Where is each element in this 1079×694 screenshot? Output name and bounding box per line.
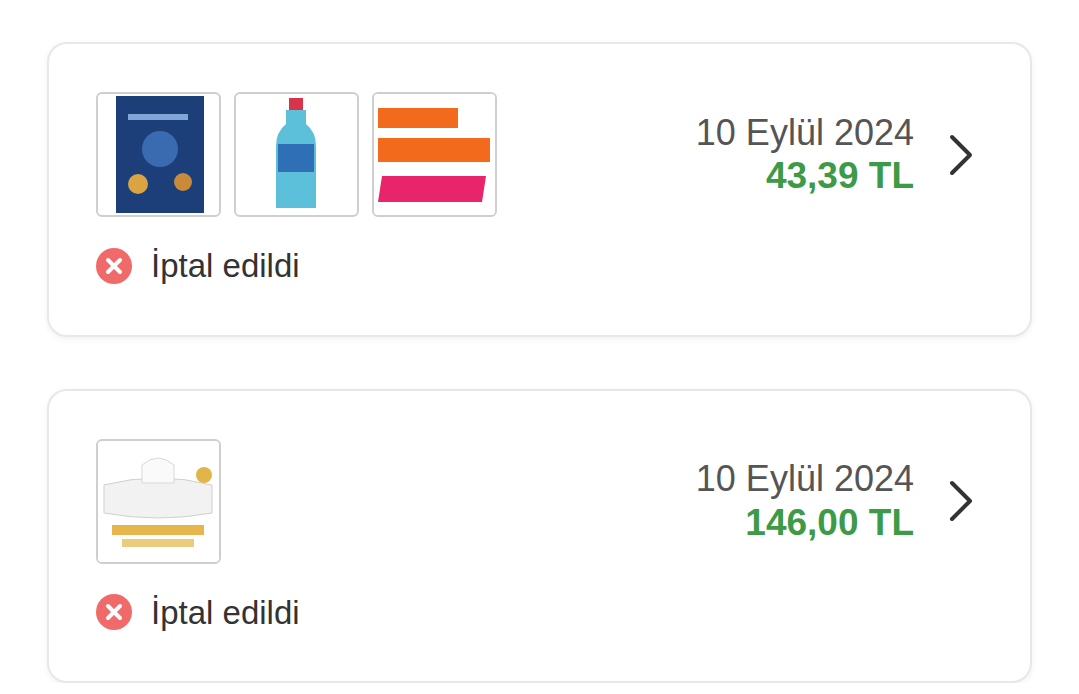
bottle-icon (236, 94, 357, 215)
order-card[interactable]: 10 Eylül 2024 43,39 TL İptal edildi (47, 42, 1032, 337)
book-cover-icon (98, 94, 219, 215)
order-list: 10 Eylül 2024 43,39 TL İptal edildi 10 E… (0, 0, 1079, 683)
product-thumbnail (96, 439, 221, 564)
order-price: 43,39 TL (766, 155, 914, 198)
order-card[interactable]: 10 Eylül 2024 146,00 TL İptal edildi (47, 389, 1032, 684)
order-price: 146,00 TL (745, 502, 914, 545)
order-status: İptal edildi (96, 246, 974, 286)
order-date: 10 Eylül 2024 (696, 112, 914, 153)
wipes-pack-icon (98, 441, 219, 562)
product-thumbnail (96, 92, 221, 217)
product-thumbnail (372, 92, 497, 217)
cancel-icon (96, 594, 132, 630)
order-date: 10 Eylül 2024 (696, 458, 914, 499)
chevron-right-icon[interactable] (948, 479, 974, 523)
order-status: İptal edildi (96, 593, 974, 633)
cancel-icon (96, 248, 132, 284)
promo-icon (374, 94, 495, 215)
chevron-right-icon[interactable] (948, 133, 974, 177)
product-thumbnail (234, 92, 359, 217)
product-thumbnails (96, 439, 221, 564)
product-thumbnails (96, 92, 497, 217)
